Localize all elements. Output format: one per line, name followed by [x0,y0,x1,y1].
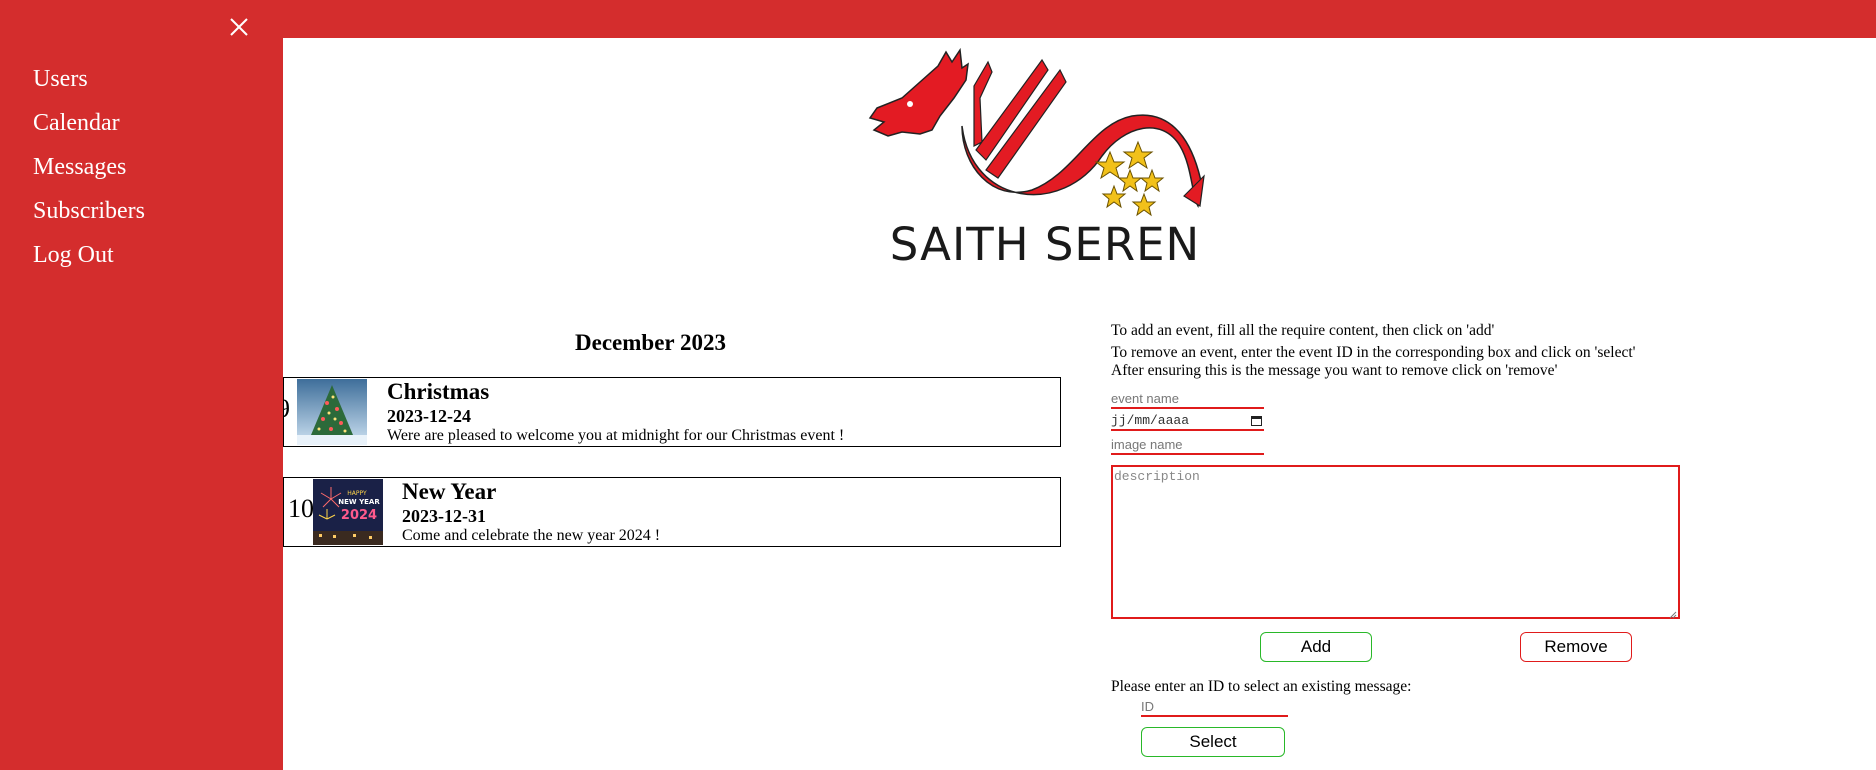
select-button[interactable]: Select [1141,727,1285,757]
select-prompt: Please enter an ID to select an existing… [1111,678,1412,695]
sidebar-item-calendar[interactable]: Calendar [33,106,145,150]
add-instruction: To add an event, fill all the require co… [1111,322,1495,339]
svg-text:HAPPY: HAPPY [347,490,367,497]
confirm-instruction: After ensuring this is the message you w… [1111,362,1558,379]
sidebar-item-logout[interactable]: Log Out [33,238,145,282]
saith-seren-logo: SAITH SEREN [862,46,1212,272]
description-field[interactable]: description [1111,465,1680,619]
event-title: Christmas [387,379,490,404]
sidebar-item-messages[interactable]: Messages [33,150,145,194]
add-button[interactable]: Add [1260,632,1372,662]
event-card[interactable]: 9 Christmas 2023-12-24 [283,377,1061,447]
resize-handle-icon[interactable] [1669,608,1677,619]
event-date: 2023-12-24 [387,406,471,426]
event-description: Come and celebrate the new year 2024 ! [402,527,661,544]
date-field[interactable]: jj/mm/aaaa [1111,413,1264,431]
event-id: 9 [284,394,290,424]
logo-text: SAITH SEREN [889,218,1201,271]
event-title: New Year [402,479,497,504]
calendar-icon[interactable] [1251,415,1262,426]
event-name-field[interactable]: event name [1111,391,1264,409]
month-title: December 2023 [575,330,726,355]
sidebar-item-users[interactable]: Users [33,62,145,106]
christmas-tree-image [297,379,367,445]
svg-text:NEW YEAR: NEW YEAR [338,498,380,506]
sidebar: Users Calendar Messages Subscribers Log … [0,0,283,770]
close-icon[interactable] [228,16,250,38]
event-description: Were are pleased to welcome you at midni… [387,427,845,444]
remove-button[interactable]: Remove [1520,632,1632,662]
event-id: 10 [288,494,314,523]
event-date: 2023-12-31 [402,506,486,526]
event-card[interactable]: 10 HAPPY NEW YEAR 2024 New Year 2023-12-… [283,477,1061,547]
id-field[interactable]: ID [1141,699,1288,717]
svg-text:2024: 2024 [341,508,377,523]
remove-instruction: To remove an event, enter the event ID i… [1111,344,1636,361]
description-placeholder: description [1114,469,1200,484]
image-name-field[interactable]: image name [1111,437,1264,455]
date-placeholder: jj/mm/aaaa [1111,412,1190,428]
sidebar-nav: Users Calendar Messages Subscribers Log … [33,62,145,282]
sidebar-item-subscribers[interactable]: Subscribers [33,194,145,238]
new-year-fireworks-image: HAPPY NEW YEAR 2024 [313,479,383,545]
